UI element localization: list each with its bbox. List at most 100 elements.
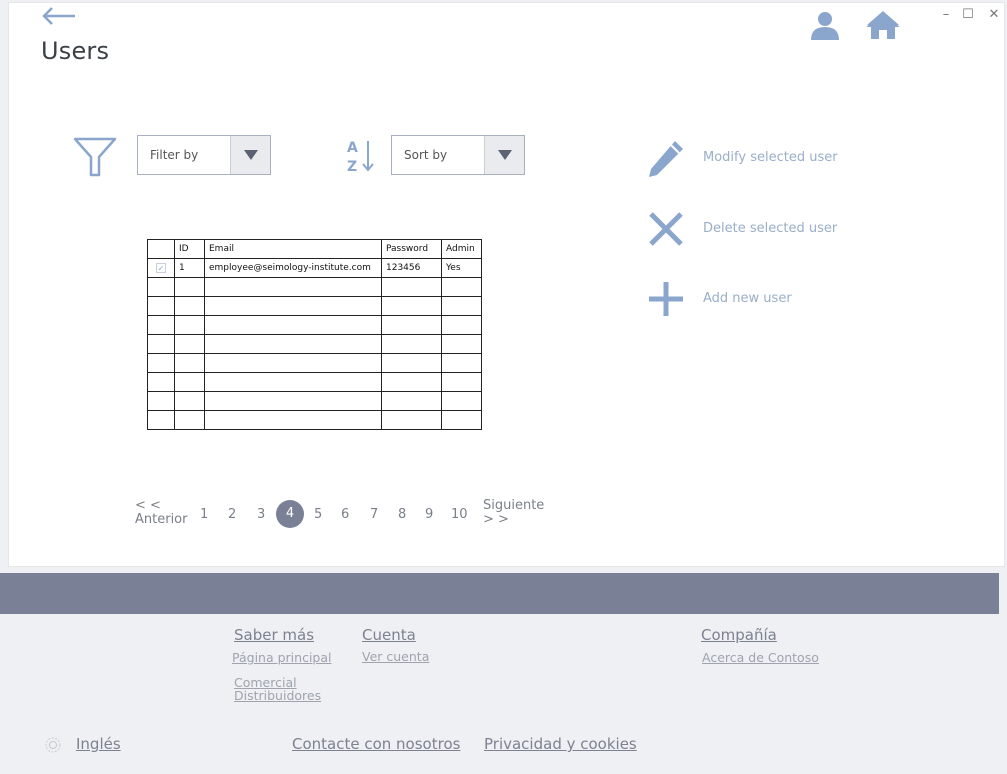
empty-cell xyxy=(147,296,175,316)
row-checkbox[interactable]: ✓ xyxy=(147,258,175,278)
filter-dropdown[interactable]: Filter by xyxy=(137,135,271,175)
table-row[interactable] xyxy=(147,296,482,316)
footer-band xyxy=(0,573,999,614)
page-link-2[interactable]: 2 xyxy=(228,507,236,522)
checkbox-checked-icon: ✓ xyxy=(156,262,166,273)
empty-cell xyxy=(147,334,175,354)
column-header-password[interactable]: Password xyxy=(381,239,442,259)
empty-cell xyxy=(147,315,175,335)
next-label: Siguiente xyxy=(483,498,545,513)
next-page-link[interactable]: Siguiente > > xyxy=(483,499,544,527)
table-header-row: ID Email Password Admin xyxy=(147,239,482,259)
chevron-down-icon xyxy=(244,150,258,160)
back-arrow-icon[interactable] xyxy=(41,5,77,27)
sort-dropdown-button[interactable] xyxy=(484,136,524,174)
users-table: ID Email Password Admin ✓ 1 employee@sei… xyxy=(147,239,482,430)
footer-link-contacto[interactable]: Contacte con nosotros xyxy=(292,735,460,753)
pencil-icon xyxy=(649,141,683,177)
add-user-action[interactable]: Add new user xyxy=(645,280,865,320)
page-link-8[interactable]: 8 xyxy=(398,507,406,522)
empty-cell xyxy=(204,315,382,335)
empty-cell xyxy=(441,391,482,411)
previous-label: Anterior xyxy=(135,512,188,527)
filter-dropdown-label: Filter by xyxy=(150,148,199,162)
page-link-1[interactable]: 1 xyxy=(200,507,208,522)
empty-cell xyxy=(204,353,382,373)
table-row[interactable] xyxy=(147,334,482,354)
table-row[interactable] xyxy=(147,372,482,392)
footer-link-pagina-principal[interactable]: Página principal xyxy=(232,651,331,664)
page-title: Users xyxy=(41,37,110,65)
table-row[interactable]: ✓ 1 employee@seimology-institute.com 123… xyxy=(147,258,482,278)
empty-cell xyxy=(174,296,205,316)
empty-cell xyxy=(174,315,205,335)
empty-cell xyxy=(174,391,205,411)
empty-cell xyxy=(441,277,482,297)
footer-heading-cuenta[interactable]: Cuenta xyxy=(362,626,416,644)
table-row[interactable] xyxy=(147,391,482,411)
empty-cell xyxy=(174,410,205,430)
table-row[interactable] xyxy=(147,277,482,297)
empty-cell xyxy=(441,296,482,316)
previous-page-link[interactable]: < < Anterior xyxy=(135,499,187,527)
footer-heading-saber-mas[interactable]: Saber más xyxy=(234,626,314,644)
empty-cell xyxy=(204,296,382,316)
empty-cell xyxy=(381,334,442,354)
empty-cell xyxy=(381,353,442,373)
column-header-email[interactable]: Email xyxy=(204,239,382,259)
empty-cell xyxy=(441,410,482,430)
page-link-10[interactable]: 10 xyxy=(451,507,468,522)
footer-link-distribuidores[interactable]: Distribuidores xyxy=(234,689,321,702)
column-header-select xyxy=(147,239,175,259)
delete-user-action[interactable]: Delete selected user xyxy=(645,210,865,250)
empty-cell xyxy=(441,334,482,354)
home-icon[interactable] xyxy=(865,9,901,41)
page-link-7[interactable]: 7 xyxy=(370,507,378,522)
empty-cell xyxy=(381,296,442,316)
next-symbol: > > xyxy=(483,512,509,527)
page-link-9[interactable]: 9 xyxy=(425,507,433,522)
globe-icon xyxy=(45,737,61,753)
empty-cell xyxy=(441,315,482,335)
page-link-4-current[interactable]: 4 xyxy=(276,500,304,528)
modify-user-label: Modify selected user xyxy=(703,150,838,165)
empty-cell xyxy=(204,372,382,392)
column-header-admin[interactable]: Admin xyxy=(441,239,482,259)
cell-email: employee@seimology-institute.com xyxy=(204,258,382,278)
footer-link-ver-cuenta[interactable]: Ver cuenta xyxy=(362,650,429,663)
empty-cell xyxy=(381,277,442,297)
empty-cell xyxy=(147,277,175,297)
filter-dropdown-button[interactable] xyxy=(230,136,270,174)
table-row[interactable] xyxy=(147,353,482,373)
footer: Saber más Página principal Comercial Dis… xyxy=(0,614,1007,774)
sort-az-icon[interactable]: A Z xyxy=(345,139,375,173)
language-selector[interactable]: Inglés xyxy=(76,735,121,753)
empty-cell xyxy=(204,410,382,430)
column-header-id[interactable]: ID xyxy=(174,239,205,259)
plus-icon xyxy=(649,282,683,316)
page-link-3[interactable]: 3 xyxy=(257,507,265,522)
table-row[interactable] xyxy=(147,315,482,335)
empty-cell xyxy=(204,277,382,297)
empty-cell xyxy=(381,372,442,392)
footer-link-acerca[interactable]: Acerca de Contoso xyxy=(702,651,819,664)
sort-dropdown-label: Sort by xyxy=(404,148,448,162)
footer-link-privacidad[interactable]: Privacidad y cookies xyxy=(484,735,637,753)
empty-cell xyxy=(441,353,482,373)
empty-cell xyxy=(174,334,205,354)
empty-cell xyxy=(381,315,442,335)
user-icon[interactable] xyxy=(809,9,841,41)
empty-cell xyxy=(147,372,175,392)
modify-user-action[interactable]: Modify selected user xyxy=(645,139,865,179)
maximize-button[interactable]: ☐ xyxy=(961,7,975,22)
svg-text:A: A xyxy=(347,140,358,156)
page-link-5[interactable]: 5 xyxy=(314,507,322,522)
page-link-6[interactable]: 6 xyxy=(341,507,349,522)
table-row[interactable] xyxy=(147,410,482,430)
sort-dropdown[interactable]: Sort by xyxy=(391,135,525,175)
svg-text:Z: Z xyxy=(347,159,357,173)
footer-heading-compania[interactable]: Compañía xyxy=(701,626,777,644)
close-button[interactable]: ✕ xyxy=(987,7,1001,22)
empty-cell xyxy=(147,353,175,373)
minimize-button[interactable]: – xyxy=(939,7,953,22)
